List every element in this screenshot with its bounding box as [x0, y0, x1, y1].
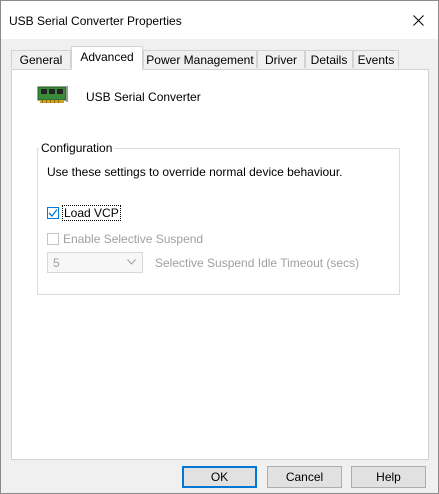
title-bar: USB Serial Converter Properties: [1, 1, 438, 39]
tab-strip: General Advanced Power Management Driver…: [11, 45, 431, 70]
advanced-panel: USB Serial Converter Configuration Use t…: [11, 69, 429, 460]
tab-details[interactable]: Details: [305, 50, 353, 68]
configuration-legend: Configuration: [39, 141, 115, 155]
selective-suspend-checkbox[interactable]: Enable Selective Suspend: [47, 232, 203, 246]
properties-dialog: USB Serial Converter Properties General …: [0, 0, 439, 494]
tab-events[interactable]: Events: [353, 50, 399, 68]
idle-timeout-value: 5: [53, 256, 60, 270]
device-name: USB Serial Converter: [86, 90, 201, 104]
ok-button[interactable]: OK: [182, 466, 257, 488]
checkbox-checked-icon: [47, 207, 59, 219]
window-title: USB Serial Converter Properties: [9, 14, 182, 28]
tab-general[interactable]: General: [11, 50, 71, 68]
tab-driver[interactable]: Driver: [257, 50, 305, 68]
configuration-description: Use these settings to override normal de…: [47, 165, 343, 179]
load-vcp-checkbox[interactable]: Load VCP: [47, 205, 121, 221]
close-button[interactable]: [398, 1, 438, 39]
idle-timeout-dropdown[interactable]: 5: [47, 252, 143, 273]
cancel-button[interactable]: Cancel: [267, 466, 342, 488]
tab-advanced[interactable]: Advanced: [71, 46, 143, 70]
help-button[interactable]: Help: [351, 466, 426, 488]
checkbox-unchecked-icon: [47, 233, 59, 245]
tab-power-management[interactable]: Power Management: [143, 50, 257, 68]
load-vcp-label: Load VCP: [62, 205, 121, 221]
idle-timeout-label: Selective Suspend Idle Timeout (secs): [155, 256, 360, 270]
close-icon: [412, 14, 424, 26]
selective-suspend-label: Enable Selective Suspend: [63, 232, 204, 246]
usb-device-icon: [37, 86, 68, 103]
chevron-down-icon: [127, 259, 136, 265]
